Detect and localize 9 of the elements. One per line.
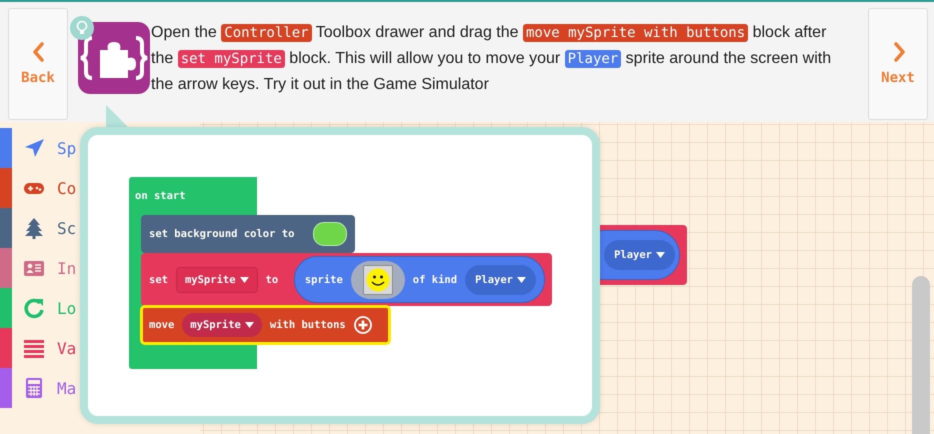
- block-label: to: [266, 274, 278, 286]
- block-label: set: [149, 274, 168, 286]
- instruction-text: Open the Controller Toolbox drawer and drag the move mySprite with buttons block after the set mySprite block. This will allow you to move your Player sprite around the screen with the arrow keys. Try it out in the Game Simulator: [151, 23, 832, 95]
- block-label: sprite: [304, 274, 343, 286]
- block-label: move: [149, 319, 174, 331]
- block-label: of kind: [412, 274, 458, 286]
- block-label: with buttons: [270, 319, 346, 331]
- block-label: on start: [135, 190, 186, 202]
- block-label: set background color to: [149, 228, 294, 240]
